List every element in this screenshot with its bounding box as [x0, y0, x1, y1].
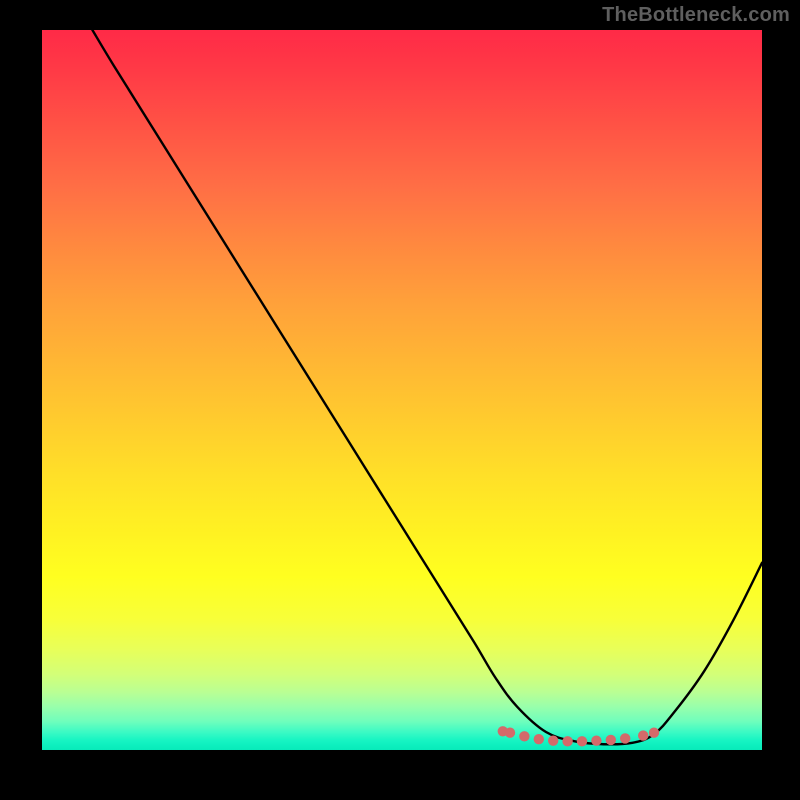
- trough-marker: [638, 730, 648, 740]
- trough-marker: [519, 731, 529, 741]
- trough-marker: [649, 728, 659, 738]
- trough-marker: [505, 728, 515, 738]
- trough-marker: [548, 735, 558, 745]
- curve-layer: [42, 30, 762, 750]
- trough-marker: [591, 735, 601, 745]
- trough-marker: [620, 733, 630, 743]
- chart-frame: TheBottleneck.com: [0, 0, 800, 800]
- plot-area: [42, 30, 762, 750]
- watermark-text: TheBottleneck.com: [602, 4, 790, 27]
- trough-marker: [606, 735, 616, 745]
- trough-marker: [562, 736, 572, 746]
- trough-marker: [577, 736, 587, 746]
- trough-marker: [534, 734, 544, 744]
- bottleneck-curve: [92, 30, 762, 744]
